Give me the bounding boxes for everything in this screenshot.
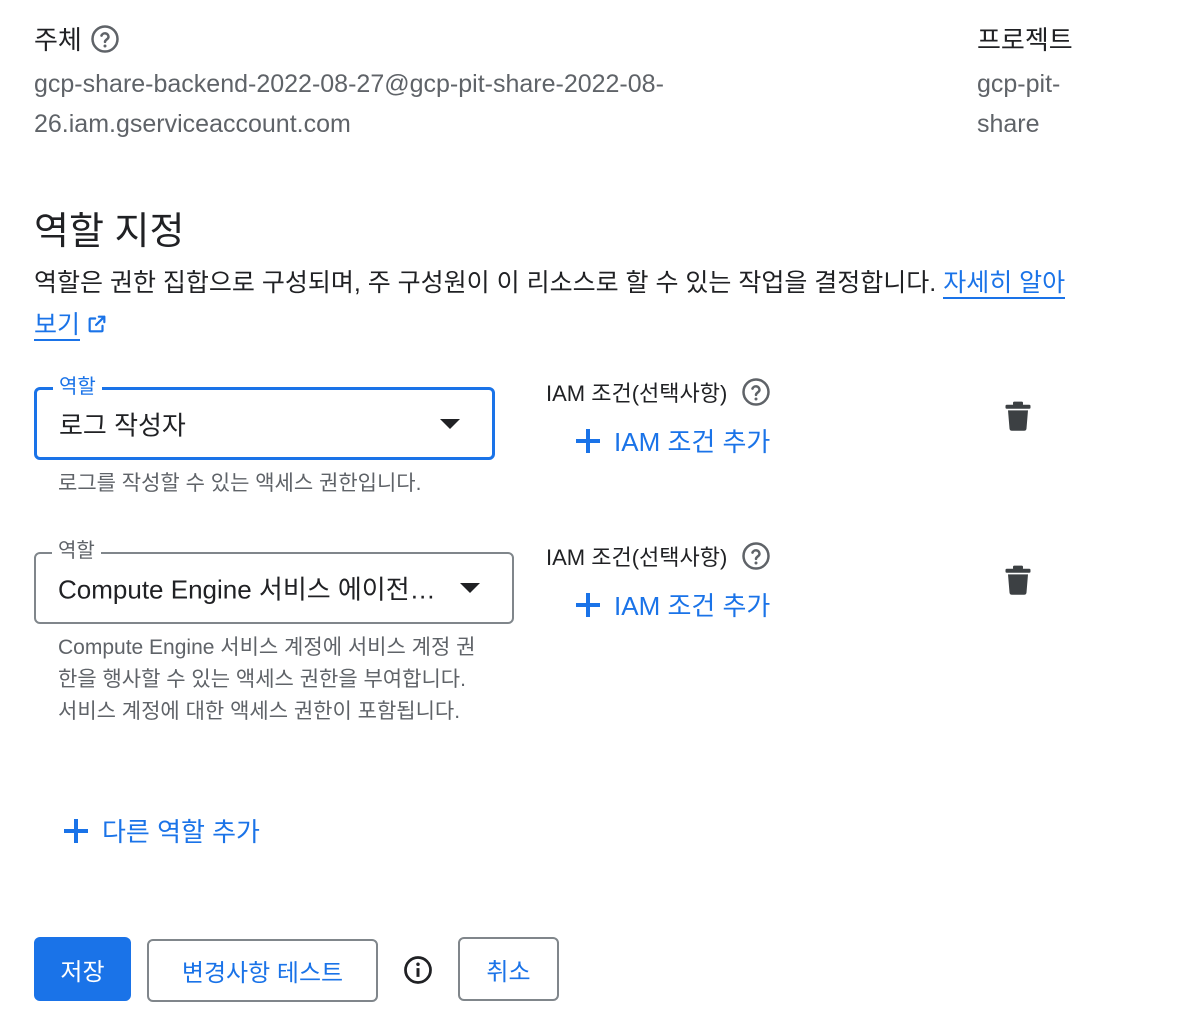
description-text: 역할은 권한 집합으로 구성되며, 주 구성원이 이 리소스로 할 수 있는 작… [34,269,937,297]
plus-icon [576,592,600,617]
condition-label: IAM 조건(선택사항) [546,545,728,570]
save-button[interactable]: 저장 [34,937,131,1001]
principal-label: 주체 [34,25,82,55]
role-field-label: 역할 [52,538,101,564]
add-condition-label: IAM 조건 추가 [614,591,771,621]
project-value: gcp-pit-share [977,70,1061,138]
dropdown-arrow-icon [440,418,460,429]
delete-role-icon[interactable] [1005,565,1031,595]
info-icon[interactable] [403,955,433,985]
condition-label: IAM 조건(선택사항) [546,381,728,406]
dropdown-arrow-icon [460,583,480,593]
add-condition-label: IAM 조건 추가 [614,427,771,457]
help-icon[interactable] [90,24,120,54]
add-role-label: 다른 역할 추가 [102,817,260,847]
add-role-button[interactable]: 다른 역할 추가 [64,812,260,849]
condition-header-1: IAM 조건(선택사항) [546,376,771,408]
add-condition-button-2[interactable]: IAM 조건 추가 [576,586,770,623]
role-hint-1: 로그를 작성할 수 있는 액세스 권한입니다. [58,472,422,495]
section-description: 역할은 권한 집합으로 구성되며, 주 구성원이 이 리소스로 할 수 있는 작… [34,262,1074,346]
principal-header: 주체 [34,20,120,57]
project-header: 프로젝트 [977,20,1073,57]
cancel-button[interactable]: 취소 [458,937,559,1001]
project-label: 프로젝트 [977,25,1073,55]
plus-icon [576,428,600,453]
external-link-icon [88,315,106,333]
condition-header-2: IAM 조건(선택사항) [546,540,771,572]
role-select-2[interactable]: 역할 Compute Engine 서비스 에이전… [34,538,514,624]
help-icon[interactable] [741,377,771,407]
role-select-value: 로그 작성자 [59,410,186,440]
test-changes-button[interactable]: 변경사항 테스트 [147,939,378,1002]
principal-value: gcp-share-backend-2022-08-27@gcp-pit-sha… [34,70,664,138]
role-select-1[interactable]: 역할 로그 작성자 [34,374,495,460]
section-title: 역할 지정 [34,211,185,253]
delete-role-icon[interactable] [1005,401,1031,431]
plus-icon [64,818,88,843]
role-select-value: Compute Engine 서비스 에이전… [58,574,436,605]
add-condition-button-1[interactable]: IAM 조건 추가 [576,422,770,459]
role-hint-2: Compute Engine 서비스 계정에 서비스 계정 권한을 행사할 수 … [58,636,476,723]
role-field-label: 역할 [53,374,102,400]
help-icon[interactable] [741,541,771,571]
